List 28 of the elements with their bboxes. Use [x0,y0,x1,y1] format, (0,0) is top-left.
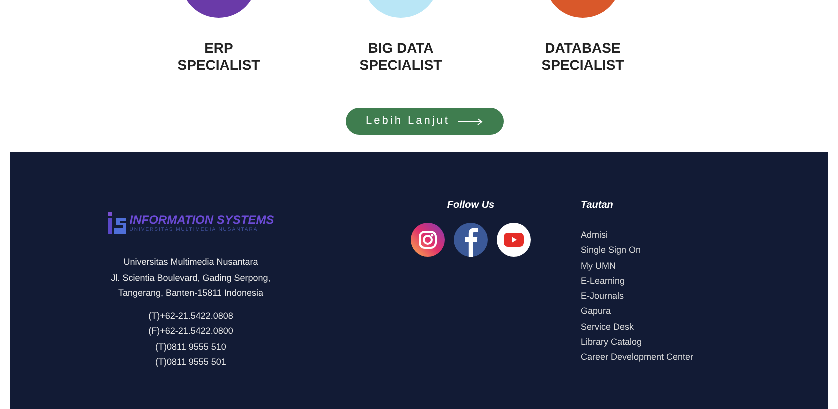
logo-icon [108,212,126,234]
follow-title: Follow Us [447,199,495,213]
logo-name: INFORMATION SYSTEMS [130,214,274,226]
footer-link[interactable]: Service Desk [581,320,694,336]
role-title: BIG DATA SPECIALIST [358,40,444,74]
phone-number: (T)+62-21.5422.0808 [148,310,234,323]
address-line: Universitas Multimedia Nusantara [124,256,258,269]
address-line: Jl. Scientia Boulevard, Gading Serpong, [111,272,271,285]
footer-link[interactable]: E-Learning [581,274,694,290]
footer-link[interactable]: Career Development Center [581,350,694,366]
phone-number: (T)0811 9555 510 [156,340,226,354]
footer-link[interactable]: My UMN [581,258,694,274]
links-title: Tautan [581,199,614,213]
role-title: ERP SPECIALIST [176,40,262,74]
footer-link[interactable]: Admisi [581,228,694,244]
instagram-icon[interactable] [411,223,445,257]
facebook-icon[interactable] [454,223,488,257]
address-line: Tangerang, Banten-15811 Indonesia [118,287,264,300]
footer-link[interactable]: Library Catalog [581,335,694,350]
role-title: DATABASE SPECIALIST [540,40,626,74]
footer-link[interactable]: Gapura [581,304,694,320]
phone-number: (F)+62-21.5422.0800 [148,325,234,338]
footer-link[interactable]: E-Journals [581,289,694,304]
more-button[interactable]: Lebih Lanjut [346,108,504,135]
footer-link[interactable]: Single Sign On [581,243,694,259]
youtube-icon[interactable] [497,223,531,257]
arrow-icon [458,118,484,126]
phone-number: (T)0811 9555 501 [156,356,226,370]
